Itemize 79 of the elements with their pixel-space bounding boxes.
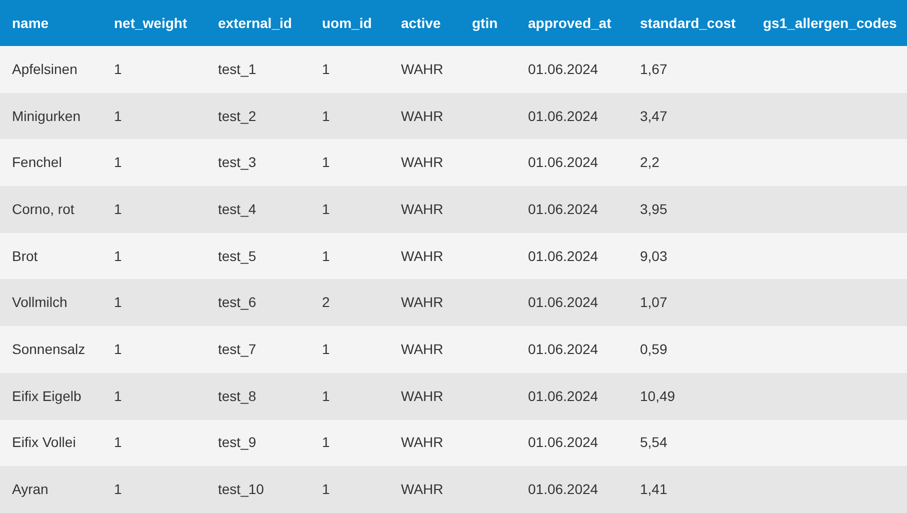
table-cell: 01.06.2024: [528, 154, 598, 170]
table-cell: 1: [114, 154, 122, 170]
table-cell: 1: [322, 154, 330, 170]
table-cell: 1,07: [640, 294, 668, 310]
table-cell: WAHR: [401, 154, 444, 170]
table-cell: 1: [114, 434, 122, 450]
table-cell: 5,54: [640, 434, 668, 450]
table-cell: 01.06.2024: [528, 60, 598, 77]
table-cell: 1: [114, 388, 122, 404]
table-cell: WAHR: [401, 248, 444, 264]
table-cell: test_5: [218, 248, 256, 264]
column-header[interactable]: uom_id: [322, 14, 372, 30]
table-cell: 1: [114, 60, 122, 77]
table-cell: test_1: [218, 60, 256, 77]
table-cell: WAHR: [401, 60, 444, 77]
table-cell: 01.06.2024: [528, 481, 598, 498]
table-cell: 1: [114, 108, 122, 124]
table-cell: WAHR: [401, 108, 444, 124]
table-cell: 1: [322, 481, 330, 498]
table-cell: Ayran: [12, 481, 48, 498]
column-header[interactable]: gs1_allergen_codes: [763, 14, 897, 30]
table-cell: 1: [114, 248, 122, 264]
column-header[interactable]: gtin: [472, 14, 498, 30]
column-header[interactable]: standard_cost: [640, 14, 736, 30]
table-cell: 0,59: [640, 340, 668, 357]
column-header[interactable]: external_id: [218, 14, 292, 30]
table-cell: Eifix Eigelb: [12, 388, 82, 404]
table-cell: 3,47: [640, 108, 668, 124]
table-cell: WAHR: [401, 340, 444, 357]
table-cell: 01.06.2024: [528, 108, 598, 124]
table-cell: 2: [322, 294, 330, 310]
table-cell: WAHR: [401, 388, 444, 404]
table-cell: 01.06.2024: [528, 200, 598, 217]
table-cell: 1,67: [640, 60, 668, 77]
table-cell: WAHR: [401, 200, 444, 217]
table-cell: test_6: [218, 294, 256, 310]
table-cell: 1: [322, 388, 330, 404]
table-cell: 01.06.2024: [528, 294, 598, 310]
table-cell: 1: [114, 340, 122, 357]
table-cell: WAHR: [401, 434, 444, 450]
table-cell: Fenchel: [12, 154, 62, 170]
table-cell: 1: [322, 60, 330, 77]
table-cell: 1: [114, 200, 122, 217]
table-cell: test_8: [218, 388, 256, 404]
table-cell: Sonnensalz: [12, 340, 86, 357]
table-cell: test_4: [218, 200, 256, 217]
table-cell: 1: [322, 108, 330, 124]
table-cell: test_2: [218, 108, 256, 124]
table-cell: 2,2: [640, 154, 660, 170]
table-cell: WAHR: [401, 294, 444, 310]
table-cell: 1: [114, 481, 122, 498]
column-header[interactable]: name: [12, 14, 49, 30]
table-cell: 01.06.2024: [528, 340, 598, 357]
column-header[interactable]: active: [401, 14, 441, 30]
table-cell: test_9: [218, 434, 256, 450]
column-header[interactable]: net_weight: [114, 14, 188, 30]
table-cell: 1: [322, 248, 330, 264]
table-cell: test_7: [218, 340, 256, 357]
table-cell: test_10: [218, 481, 264, 498]
table-cell: 01.06.2024: [528, 388, 598, 404]
table-cell: 01.06.2024: [528, 248, 598, 264]
table-cell: 1: [322, 434, 330, 450]
table-cell: Brot: [12, 248, 38, 264]
table-cell: 1: [114, 294, 122, 310]
table-cell: 1: [322, 200, 330, 217]
table-cell: WAHR: [401, 481, 444, 498]
table-cell: Apfelsinen: [12, 60, 78, 77]
table-cell: Corno, rot: [12, 200, 74, 217]
table-cell: 9,03: [640, 248, 668, 264]
table-cell: Minigurken: [12, 108, 80, 124]
table-cell: Eifix Vollei: [12, 434, 76, 450]
table-cell: 3,95: [640, 200, 668, 217]
table-cell: 01.06.2024: [528, 434, 598, 450]
table-cell: 10,49: [640, 388, 676, 404]
table-cell: Vollmilch: [12, 294, 68, 310]
table-cell: 1: [322, 340, 330, 357]
table-cell: test_3: [218, 154, 256, 170]
column-header[interactable]: approved_at: [528, 14, 612, 30]
table-cell: 1,41: [640, 481, 668, 498]
